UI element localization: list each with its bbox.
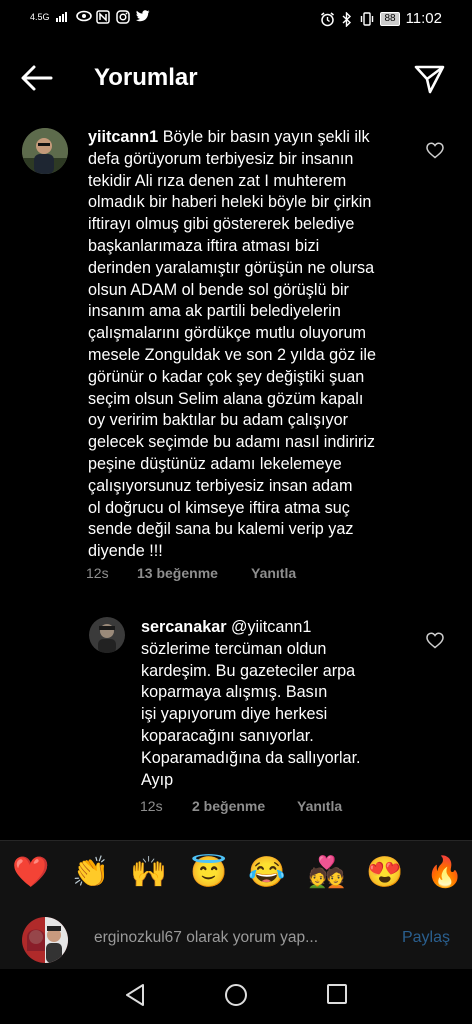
clock: 11:02 xyxy=(405,10,442,27)
comment-time: 12s xyxy=(86,565,109,581)
comment-line: mesele Zonguldak ve son 2 yılda göz ile xyxy=(88,345,376,364)
comment-line: iftirayı olmuş gibi göstererek belediye xyxy=(88,215,355,234)
share-button[interactable] xyxy=(414,64,446,94)
comment-line: görünür o kadar çok şey değiştiki şuan xyxy=(88,367,365,386)
avatar[interactable] xyxy=(89,617,125,653)
square-recents-icon xyxy=(327,984,347,1004)
emoji-clap-button[interactable]: 👏 xyxy=(72,853,109,893)
comment-meta: 12s 13 beğenme Yanıtla xyxy=(0,565,472,585)
comment-line: oy veririm baktılar bu adam çalışıyor xyxy=(88,411,348,430)
comment-line: sözlerime tercüman oldun xyxy=(141,639,327,658)
circle-home-icon xyxy=(225,984,247,1006)
comment-line: insanım ama ak partili belediyelerin xyxy=(88,302,341,321)
top-bar: Yorumlar xyxy=(0,50,472,106)
comment-text: yiitcann1 Böyle bir basın yayın şekli il… xyxy=(88,127,438,563)
emoji-halo-button[interactable]: 😇 xyxy=(190,853,227,893)
status-bar: 4.5G 88 11:02 xyxy=(0,0,472,38)
comment-line: tekidir Ali rıza denen zat I muhterem xyxy=(88,171,347,190)
comment-username[interactable]: yiitcann1 xyxy=(88,128,158,146)
like-button[interactable] xyxy=(426,632,444,650)
comment-username[interactable]: sercanakar xyxy=(141,618,227,636)
nfc-icon xyxy=(95,10,110,24)
comment-line: gelecek seçimde bu adamı nasıl indiririz xyxy=(88,433,376,452)
comment-line: başkanlarımaza iftira atması bizi xyxy=(88,236,320,255)
alarm-icon xyxy=(320,11,335,26)
back-button[interactable] xyxy=(20,64,54,92)
comment-line: sende değil sana bu kalemi verip yaz xyxy=(88,520,354,539)
emoji-fire-button[interactable]: 🔥 xyxy=(426,853,463,893)
bluetooth-icon xyxy=(340,10,354,28)
comment-line: çalışmalarını gördükçe mutlu oluyorum xyxy=(88,324,367,343)
nav-back-button[interactable] xyxy=(124,983,146,1012)
like-button[interactable] xyxy=(426,142,444,160)
battery-level: 88 xyxy=(380,11,400,26)
comment-line: koparmaya alışmış. Basın xyxy=(141,683,328,702)
instagram-icon xyxy=(115,10,130,24)
emoji-raised-hands-button[interactable]: 🙌 xyxy=(130,853,167,893)
emoji-heart-eyes-button[interactable]: 😍 xyxy=(366,853,403,893)
comment-line: seçim olsun Selim alana gözüm kapalı xyxy=(88,389,364,408)
emoji-couple-button[interactable]: 💑 xyxy=(308,853,345,893)
emoji-heart-button[interactable]: ❤️ xyxy=(12,853,49,893)
post-comment-button[interactable]: Paylaş xyxy=(402,929,450,947)
comment-line: işi yapıyorum diye herkesi xyxy=(141,705,328,724)
comment-input[interactable]: erginozkul67 olarak yorum yap... xyxy=(94,929,318,947)
comment-composer: erginozkul67 olarak yorum yap... Paylaş xyxy=(0,905,472,969)
comment-line: defa görüyorum terbiyesiz bir insanın xyxy=(88,149,354,168)
back-arrow-icon xyxy=(21,65,53,91)
comment-line: sercanakar @yiitcann1 xyxy=(141,617,411,639)
twitter-icon xyxy=(135,10,150,24)
comment-line: olsun ADAM ol bende sol görüşlü bir xyxy=(88,280,349,299)
avatar xyxy=(22,917,68,963)
eye-icon xyxy=(75,10,92,24)
nav-home-button[interactable] xyxy=(224,983,248,1012)
comment-meta: 12s 2 beğenme Yanıtla xyxy=(0,798,472,818)
system-nav-bar xyxy=(0,970,472,1024)
status-right: 88 11:02 xyxy=(320,10,442,28)
emoji-quick-bar: ❤️ 👏 🙌 😇 😂 💑 😍 🔥 xyxy=(0,840,472,905)
comment-time: 12s xyxy=(140,798,163,814)
comment-line: kardeşim. Bu gazeteciler arpa xyxy=(141,661,356,680)
comment-line: diyende !!! xyxy=(88,542,163,561)
comment-line: peşine düştünüz adamı lekelemeye xyxy=(88,454,342,473)
likes-count-button[interactable]: 13 beğenme xyxy=(137,565,218,581)
comment-line: çalışıyorsunuz terbiyesiz insan adam xyxy=(88,476,353,495)
comment-text: sercanakar @yiitcann1 sözlerime tercüman… xyxy=(141,617,411,791)
reply-button[interactable]: Yanıtla xyxy=(297,798,342,814)
nav-recents-button[interactable] xyxy=(326,983,348,1010)
mention-link[interactable]: @yiitcann1 xyxy=(231,618,311,636)
paper-plane-icon xyxy=(414,65,445,94)
heart-icon xyxy=(426,142,444,159)
comment-line: Ayıp xyxy=(141,770,174,789)
comment-line: ol doğrucu ol kimseye iftira atma suç xyxy=(88,498,350,517)
comment-line: yiitcann1 Böyle bir basın yayın şekli il… xyxy=(88,127,438,149)
comment-line: olmadık bir haberi heleki böyle bir çirk… xyxy=(88,193,372,212)
emoji-laugh-button[interactable]: 😂 xyxy=(248,853,285,893)
comment-line-first: Böyle bir basın yayın şekli ilk xyxy=(162,128,370,146)
vibrate-icon xyxy=(360,11,374,26)
network-indicator: 4.5G xyxy=(30,11,50,22)
comment-line: Koparamadığına da sallıyorlar. xyxy=(141,748,361,767)
comment-line: koparacağını sanıyorlar. xyxy=(141,726,314,745)
comment-line: derinden yaralamıştır görüşün ne olursa xyxy=(88,258,375,277)
avatar[interactable] xyxy=(22,128,68,174)
triangle-back-icon xyxy=(126,984,144,1006)
page-title: Yorumlar xyxy=(94,64,198,91)
status-left: 4.5G xyxy=(30,10,150,24)
likes-count-button[interactable]: 2 beğenme xyxy=(192,798,265,814)
signal-icon xyxy=(55,10,70,24)
reply-button[interactable]: Yanıtla xyxy=(251,565,296,581)
heart-icon xyxy=(426,632,444,649)
